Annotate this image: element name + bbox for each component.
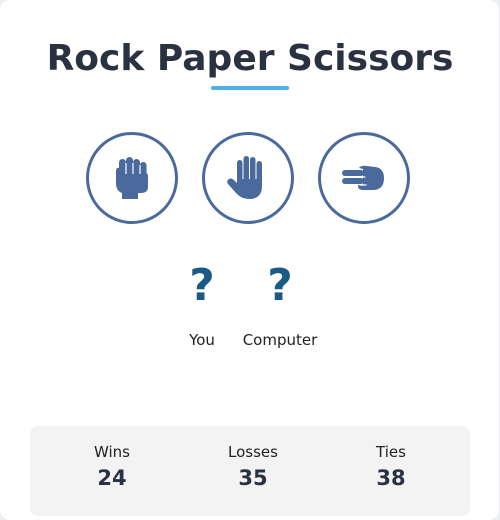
- scoreboard: Wins 24 Losses 35 Ties 38: [30, 426, 470, 516]
- losses-value: 35: [238, 466, 268, 490]
- paper-button[interactable]: [202, 132, 294, 224]
- rock-button[interactable]: [86, 132, 178, 224]
- scissors-hand-icon: [342, 165, 384, 190]
- game-title: Rock Paper Scissors: [46, 38, 454, 79]
- wins-value: 24: [97, 466, 127, 490]
- wins-label: Wins: [94, 443, 130, 461]
- title-underline: [211, 86, 289, 90]
- computer-pick-question-mark: ?: [267, 260, 293, 311]
- scissors-button[interactable]: [318, 132, 410, 224]
- ties-label: Ties: [376, 443, 406, 461]
- losses-label: Losses: [228, 443, 278, 461]
- ties-value: 38: [376, 466, 406, 490]
- game-card: Rock Paper Scissors ? You ? Computer Win…: [0, 0, 499, 520]
- rock-hand-icon: [116, 157, 148, 199]
- paper-hand-icon: [227, 156, 262, 199]
- computer-pick-label: Computer: [242, 331, 318, 349]
- computer-pick: ? Computer: [230, 260, 330, 350]
- ties-score: Ties 38: [331, 442, 451, 492]
- wins-score: Wins 24: [52, 442, 172, 492]
- losses-score: Losses 35: [193, 442, 313, 492]
